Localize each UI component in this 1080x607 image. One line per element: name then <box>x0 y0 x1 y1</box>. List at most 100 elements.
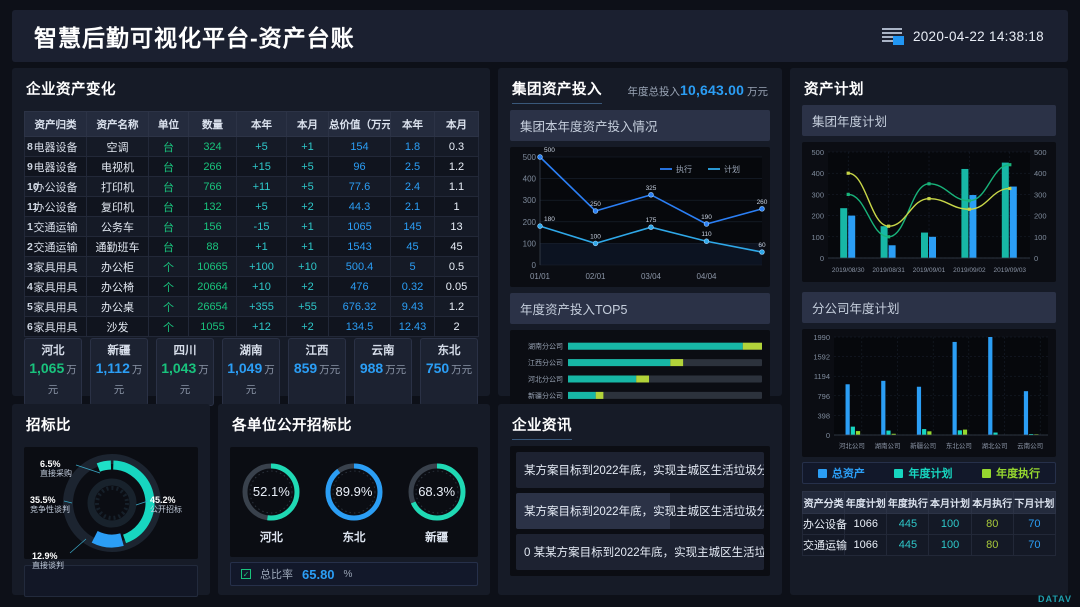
table-row[interactable]: 1 交通运输 公务车台 156 -15 +1 1065 145 13 <box>24 216 479 237</box>
stat-value: 1,065 万元 <box>29 360 77 396</box>
row-index: 11 <box>27 200 39 213</box>
stat-region: 湖南 <box>239 345 263 357</box>
dashboard-header: 智慧后勤可视化平台-资产台账 2020-04-22 14:38:18 <box>12 10 1068 62</box>
group-investment-panel: 集团资产投入 年度总投入10,643.00 万元 集团本年度资产投入情况 0 10… <box>498 68 782 438</box>
svg-text:500: 500 <box>1034 148 1047 157</box>
svg-text:1990: 1990 <box>813 333 830 342</box>
cell-quantity: 266 <box>188 156 237 177</box>
legend-item[interactable]: 年度执行 <box>982 465 1040 481</box>
gauge-value: 52.1% <box>252 484 290 499</box>
svg-text:2019/09/01: 2019/09/01 <box>913 267 946 274</box>
total-ratio-footer: ✓ 总比率 65.80 % <box>230 562 478 586</box>
cell-unit: 台 <box>148 156 189 177</box>
svg-text:04/04: 04/04 <box>696 272 717 281</box>
cell-next-plan: 70 <box>1012 513 1057 535</box>
stat-value: 1,112 万元 <box>95 360 143 396</box>
svg-text:03/04: 03/04 <box>641 272 662 281</box>
gauge-item[interactable]: 52.1% 河北 <box>234 460 308 545</box>
cell-total-year: 5 <box>390 256 435 277</box>
svg-text:190: 190 <box>701 214 712 221</box>
list-document-icon <box>881 27 904 45</box>
row-index: 6 <box>27 320 33 333</box>
cell-qty-year: +12 <box>236 316 287 337</box>
stat-card[interactable]: 四川 1,043 万元 <box>156 338 214 406</box>
list-item[interactable]: 某方案目标到2022年底，实现主城区生活垃圾分类 <box>516 452 764 488</box>
stat-region: 东北 <box>437 345 461 357</box>
stat-unit: 万元 <box>113 364 143 396</box>
gauge-ring: 89.9% <box>322 460 386 524</box>
cell-total: 500.4 <box>328 256 391 277</box>
legend-item[interactable]: 总资产 <box>817 465 865 481</box>
list-item[interactable]: 0 某某方案目标到2022年底，实现主城区生活垃 <box>516 534 764 570</box>
table-row[interactable]: 5 家具用具 办公桌个 26654 +355 +55 676.32 9.43 1.2 <box>24 296 479 317</box>
svg-text:100: 100 <box>590 233 601 240</box>
table-row[interactable]: 2 交通运输 通勤班车台 88 +1 +1 1543 45 45 <box>24 236 479 257</box>
cell-name: 公务车 <box>86 216 149 237</box>
stat-card[interactable]: 湖南 1,049 万元 <box>222 338 280 406</box>
table-row[interactable]: 办公设备 1066 445 100 80 70 <box>801 513 1057 535</box>
stat-card[interactable]: 东北 750 万元 <box>420 338 478 406</box>
donut-slice-label: 12.9% 直接谈判 <box>32 551 64 570</box>
plan-col-3: 本月计划 <box>928 491 972 514</box>
stat-value: 988 万元 <box>359 360 407 376</box>
cell-category: 8 电器设备 <box>24 136 87 157</box>
cell-qty-month: +1 <box>286 216 329 237</box>
cell-qty-month: +2 <box>286 196 329 217</box>
col-total-month: 本月 <box>434 111 479 137</box>
svg-text:湖南公司: 湖南公司 <box>875 441 901 450</box>
stat-unit: 万元 <box>385 364 407 376</box>
svg-text:新疆分公司: 新疆分公司 <box>528 391 563 400</box>
row-index: 2 <box>27 240 33 253</box>
svg-text:湖北公司: 湖北公司 <box>982 441 1008 450</box>
stat-card[interactable]: 云南 988 万元 <box>354 338 412 406</box>
asset-change-panel: 企业资产变化 资产归类 资产名称 单位 数量 本年 本月 总价值（万元 本年 本… <box>12 68 490 406</box>
cell-category: 4 家具用具 <box>24 276 87 297</box>
svg-text:2019/08/31: 2019/08/31 <box>872 267 905 274</box>
cell-category: 6 家具用具 <box>24 316 87 337</box>
news-list[interactable]: 某方案目标到2022年底，实现主城区生活垃圾分类某方案目标到2022年底，实现主… <box>510 446 770 576</box>
cell-category: 9 电器设备 <box>24 156 87 177</box>
asset-table-header-row: 资产归类 资产名称 单位 数量 本年 本月 总价值（万元 本年 本月 <box>24 111 479 137</box>
cell-category: 10 办公设备 <box>24 176 87 197</box>
header-datetime: 2020-04-22 14:38:18 <box>912 28 1044 44</box>
table-row[interactable]: 4 家具用具 办公椅个 20664 +10 +2 476 0.32 0.05 <box>24 276 479 297</box>
stat-card[interactable]: 河北 1,065 万元 <box>24 338 82 406</box>
svg-text:200: 200 <box>523 218 537 227</box>
cell-qty-year: +11 <box>236 176 287 197</box>
svg-text:400: 400 <box>523 175 537 184</box>
cell-unit: 个 <box>148 256 189 277</box>
gauge-label: 河北 <box>259 531 283 544</box>
cell-qty-year: +15 <box>236 156 287 177</box>
svg-text:260: 260 <box>757 199 768 206</box>
cell-unit: 个 <box>148 316 189 337</box>
cell-unit: 台 <box>148 216 189 237</box>
plan-panel-title: 资产计划 <box>804 82 864 98</box>
col-total-year: 本年 <box>390 111 435 137</box>
svg-text:河北公司: 河北公司 <box>839 442 865 450</box>
news-text: 某方案目标到2022年底，实现主城区生活垃圾分类 <box>524 506 764 518</box>
table-row[interactable]: 8 电器设备 空调台 324 +5 +1 154 1.8 0.3 <box>24 136 479 157</box>
table-row[interactable]: 10 办公设备 打印机台 766 +11 +5 77.6 2.4 1.1 <box>24 176 479 197</box>
table-row[interactable]: 6 家具用具 沙发个 1055 +12 +2 134.5 12.43 2 <box>24 316 479 337</box>
gauge-item[interactable]: 68.3% 新疆 <box>400 460 474 545</box>
stat-card[interactable]: 新疆 1,112 万元 <box>90 338 148 406</box>
legend-item[interactable]: 年度计划 <box>894 465 952 481</box>
list-item[interactable]: 某方案目标到2022年底，实现主城区生活垃圾分类 <box>516 493 764 529</box>
table-row[interactable]: 交通运输 1066 445 100 80 70 <box>801 534 1057 556</box>
cell-unit: 台 <box>148 236 189 257</box>
table-row[interactable]: 3 家具用具 办公柜个 10665 +100 +10 500.4 5 0.5 <box>24 256 479 277</box>
cell-total-month: 13 <box>434 216 479 237</box>
svg-text:02/01: 02/01 <box>585 272 606 281</box>
row-index: 10 <box>27 180 39 193</box>
cell-name: 电视机 <box>86 156 149 177</box>
stat-card[interactable]: 江西 859 万元 <box>288 338 346 406</box>
checkbox-icon[interactable]: ✓ <box>241 569 251 579</box>
cell-name: 办公柜 <box>86 256 149 277</box>
news-panel-title: 企业资讯 <box>512 414 572 440</box>
gauge-item[interactable]: 89.9% 东北 <box>317 460 391 545</box>
total-ratio-unit: % <box>343 568 353 580</box>
svg-text:0: 0 <box>532 261 537 270</box>
table-row[interactable]: 9 电器设备 电视机台 266 +15 +5 96 2.5 1.2 <box>24 156 479 177</box>
table-row[interactable]: 11 办公设备 复印机台 132 +5 +2 44.3 2.1 1 <box>24 196 479 217</box>
dashboard-root: 智慧后勤可视化平台-资产台账 2020-04-22 14:38:18 企业资产变… <box>0 0 1080 607</box>
